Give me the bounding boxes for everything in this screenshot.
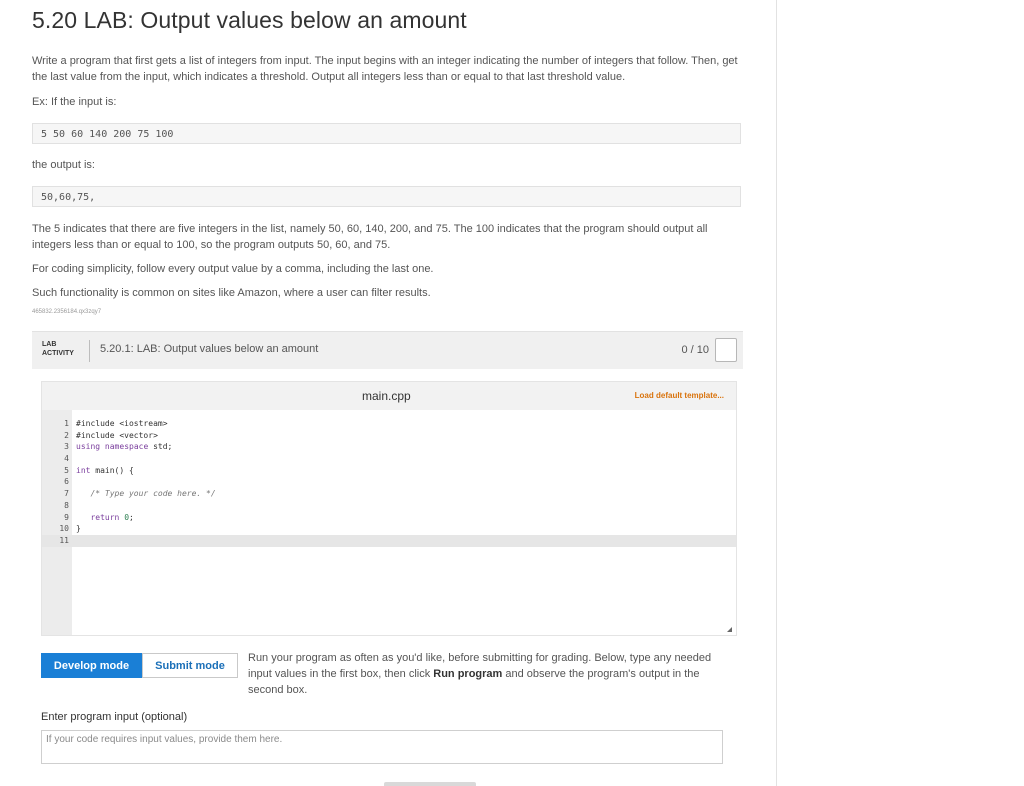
develop-mode-button[interactable]: Develop mode — [41, 653, 142, 678]
example-intro: Ex: If the input is: — [32, 96, 117, 108]
code-text[interactable]: #include <iostream> — [76, 418, 168, 430]
code-editor[interactable]: main.cpp Load default template... 1 #incl… — [41, 381, 737, 636]
description-paragraph: Write a program that first gets a list o… — [32, 55, 738, 83]
submit-mode-button[interactable]: Submit mode — [142, 653, 238, 678]
code-text[interactable]: /* Type your code here. */ — [76, 488, 215, 500]
header-divider — [89, 340, 90, 362]
code-line[interactable]: 10} — [42, 523, 736, 535]
output-intro: the output is: — [32, 159, 95, 171]
run-program-button[interactable] — [384, 782, 476, 786]
line-number: 4 — [64, 454, 69, 464]
lab-activity-header: LAB ACTIVITY 5.20.1: LAB: Output values … — [32, 331, 743, 369]
code-line[interactable]: 2 #include <vector> — [42, 430, 736, 442]
lab-title: 5.20.1: LAB: Output values below an amou… — [100, 343, 319, 355]
code-line[interactable]: 5 int main() { — [42, 465, 736, 477]
code-line[interactable]: 1 #include <iostream> — [42, 418, 736, 430]
resize-handle-icon[interactable] — [727, 627, 732, 632]
code-line[interactable]: 7 /* Type your code here. */ — [42, 488, 736, 500]
program-input-field[interactable] — [41, 730, 723, 764]
line-number: 8 — [64, 500, 69, 510]
code-text[interactable]: } — [76, 523, 81, 535]
line-number: 10 — [59, 524, 69, 534]
file-name: main.cpp — [362, 389, 411, 403]
line-number: 3 — [64, 442, 69, 452]
code-text[interactable]: return 0; — [76, 512, 133, 524]
code-line[interactable]: 3 using namespace std; — [42, 441, 736, 453]
line-number: 11 — [59, 535, 69, 545]
line-number: 1 — [64, 419, 69, 428]
example-input-box: 5 50 60 140 200 75 100 — [32, 123, 741, 144]
lab-activity-tag: LAB ACTIVITY — [42, 341, 74, 357]
editor-toolbar: main.cpp Load default template... — [42, 382, 736, 410]
line-number: 7 — [64, 489, 69, 499]
code-text[interactable]: #include <vector> — [76, 430, 158, 442]
load-default-template-link[interactable]: Load default template... — [635, 391, 724, 400]
code-text[interactable]: int main() { — [76, 465, 134, 477]
line-number: 5 — [64, 465, 69, 475]
lab-score: 0 / 10 — [681, 344, 709, 356]
line-number: 6 — [64, 477, 69, 487]
comma-note: For coding simplicity, follow every outp… — [32, 263, 434, 275]
program-input-label: Enter program input (optional) — [41, 711, 188, 723]
problem-hash: 465832.2356184.qx3zqy7 — [32, 309, 102, 315]
line-number: 9 — [64, 512, 69, 522]
run-instructions: Run your program as often as you'd like,… — [248, 652, 712, 696]
code-line[interactable]: 4 — [42, 453, 736, 465]
code-text[interactable]: using namespace std; — [76, 441, 172, 453]
code-lines[interactable]: 1 #include <iostream> 2 #include <vector> 3 u… — [42, 418, 736, 547]
code-line[interactable]: 6 — [42, 476, 736, 488]
code-line[interactable]: 8 — [42, 500, 736, 512]
explanation-paragraph: The 5 indicates that there are five inte… — [32, 223, 708, 251]
line-number: 2 — [64, 430, 69, 440]
page-title: 5.20 LAB: Output values below an amount — [32, 7, 467, 33]
code-line[interactable]: 11 — [42, 534, 736, 547]
code-line[interactable]: 9 return 0; — [42, 512, 736, 524]
example-output-box: 50,60,75, — [32, 186, 741, 207]
mode-toggle: Develop mode Submit mode — [41, 653, 238, 678]
filter-note: Such functionality is common on sites li… — [32, 287, 431, 299]
lab-page: 5.20 LAB: Output values below an amount … — [0, 0, 777, 786]
completion-checkbox-icon — [715, 338, 737, 362]
